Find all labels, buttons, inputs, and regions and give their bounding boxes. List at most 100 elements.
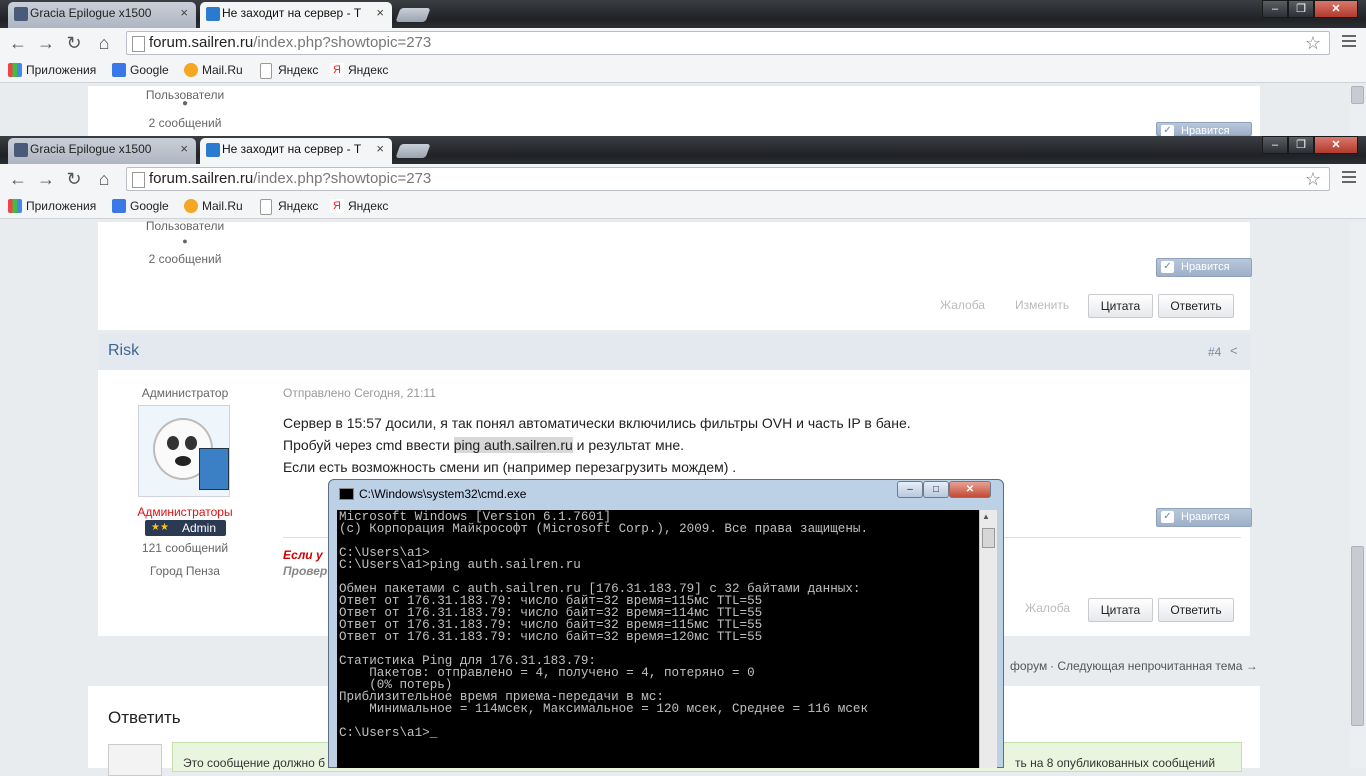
page-icon [260,63,272,79]
tab-strip: Gracia Epilogue x1500 × Не заходит на се… [0,136,1366,164]
like-button[interactable]: ✓ Нравится [1156,508,1252,527]
bookmarks-bar: Приложения Google Mail.Ru Яндекс Я Яндекс [0,58,1366,83]
scroll-up-icon[interactable]: ▲ [982,512,990,521]
reload-icon[interactable]: ↻ [64,169,84,189]
favicon-icon [14,7,28,21]
bookmark-yandex-2[interactable]: Я Яндекс [330,198,388,214]
forum-nav-link[interactable]: форум [1010,659,1047,673]
post-line-1: Сервер в 15:57 досили, я так понял автом… [283,415,911,431]
toolbar: ← → ↻ ⌂ forum.sailren.ru/index.php?showt… [0,28,1366,58]
post-number[interactable]: #4 [1208,345,1221,359]
url-host: forum.sailren.ru [149,34,254,51]
page-strip-back: Пользователи ● 2 сообщений ✓ Нравится [88,86,1260,137]
minimize-button[interactable]: – [1262,0,1288,18]
google-icon [112,63,126,77]
post-content: Сервер в 15:57 досили, я так понял автом… [283,412,911,478]
address-bar[interactable]: forum.sailren.ru/index.php?showtopic=273… [126,31,1330,55]
avatar[interactable] [138,405,230,497]
apps-icon [8,63,22,77]
cmd-maximize-button[interactable]: □ [923,481,949,498]
maximize-button[interactable]: ❐ [1288,136,1314,154]
bookmark-mailru[interactable]: Mail.Ru [184,62,243,78]
maximize-button[interactable]: ❐ [1288,0,1314,18]
bookmark-yandex-1[interactable]: Яндекс [260,198,318,215]
tab-title: Не заходит на сервер - Т [222,142,362,156]
avatar-laptop [199,448,229,490]
reply-avatar [108,744,162,776]
menu-icon[interactable] [1342,171,1356,186]
cmd-console[interactable]: Microsoft Windows [Version 6.1.7601] (c)… [337,510,979,768]
cmd-scrollbar[interactable]: ▲ [979,510,997,768]
back-icon[interactable]: ← [8,33,28,53]
home-icon[interactable]: ⌂ [94,33,114,53]
report-link[interactable]: Жалоба [1025,596,1070,620]
page-icon [260,199,272,215]
next-unread-link[interactable]: · Следующая непрочитанная тема → [1050,659,1258,673]
cmd-minimize-button[interactable]: – [897,481,923,498]
tab-gracia[interactable]: Gracia Epilogue x1500 × [8,138,196,164]
like-button[interactable]: ✓ Нравится [1156,258,1252,277]
close-window-button[interactable]: ✕ [1314,136,1358,154]
cmd-scroll-thumb[interactable] [982,528,995,548]
bookmark-google[interactable]: Google [112,198,169,214]
bookmarks-bar: Приложения Google Mail.Ru Яндекс Я Яндекс [0,194,1366,219]
quote-button[interactable]: Цитата [1088,598,1153,622]
user-post-count: 2 сообщений [148,116,222,130]
home-icon[interactable]: ⌂ [94,169,114,189]
url-host: forum.sailren.ru [149,170,254,187]
browser-window-front: Gracia Epilogue x1500 × Не заходит на се… [0,136,1366,222]
close-tab-icon[interactable]: × [180,2,188,24]
bookmark-mailru[interactable]: Mail.Ru [184,198,243,214]
reply-title: Ответить [108,708,181,727]
post-header: Risk #4 < [98,334,1250,371]
reply-button[interactable]: Ответить [1158,598,1234,622]
bookmark-yandex-1[interactable]: Яндекс [260,62,318,79]
menu-icon[interactable] [1342,35,1356,50]
close-window-button[interactable]: ✕ [1314,0,1358,18]
bookmark-yandex-2[interactable]: Я Яндекс [330,62,388,78]
scrollbar-thumb-back[interactable] [1351,86,1364,104]
tab-forum[interactable]: Не заходит на сервер - Т × [200,138,392,164]
star-icon: ★★ [151,522,169,533]
bookmark-star-icon[interactable]: ☆ [1305,168,1321,190]
like-button[interactable]: ✓ Нравится [1156,122,1252,137]
quote-button[interactable]: Цитата [1088,294,1153,318]
tab-title: Gracia Epilogue x1500 [30,142,152,156]
close-tab-icon[interactable]: × [376,2,384,24]
close-tab-icon[interactable]: × [180,138,188,160]
share-icon[interactable]: < [1230,343,1238,358]
forward-icon[interactable]: → [36,169,56,189]
highlighted-command: ping auth.sailren.ru [453,437,573,453]
back-icon[interactable]: ← [8,169,28,189]
report-link[interactable]: Жалоба [940,293,985,317]
url-path: /index.php?showtopic=273 [253,170,432,187]
tab-forum[interactable]: Не заходит на сервер - Т × [200,2,392,28]
reply-button[interactable]: Ответить [1158,294,1234,318]
scrollbar-thumb[interactable] [1351,546,1364,726]
user-group: Пользователи [145,219,225,233]
cmd-close-button[interactable]: ✕ [949,481,991,498]
address-bar[interactable]: forum.sailren.ru/index.php?showtopic=273… [126,167,1330,191]
bookmark-apps[interactable]: Приложения [8,198,96,214]
yandex-icon: Я [330,63,344,77]
bookmark-apps[interactable]: Приложения [8,62,96,78]
forward-icon[interactable]: → [36,33,56,53]
new-tab-button[interactable] [395,8,431,22]
reload-icon[interactable]: ↻ [64,33,84,53]
post-date: Отправлено Сегодня, 21:11 [283,386,436,400]
tab-gracia[interactable]: Gracia Epilogue x1500 × [8,2,196,28]
close-tab-icon[interactable]: × [376,138,384,160]
favicon-icon [206,7,220,21]
cmd-output: Microsoft Windows [Version 6.1.7601] (c)… [339,510,869,740]
post-line-2: Пробуй через cmd ввести ping auth.sailre… [283,437,685,453]
bookmark-star-icon[interactable]: ☆ [1305,32,1321,54]
bookmark-google[interactable]: Google [112,62,169,78]
new-tab-button[interactable] [395,144,431,158]
post-author[interactable]: Risk [108,342,139,360]
tab-strip: Gracia Epilogue x1500 × Не заходит на се… [0,0,1366,28]
check-icon: ✓ [1161,261,1174,273]
page-icon [132,36,145,52]
edit-link[interactable]: Изменить [1015,293,1069,317]
favicon-icon [14,143,28,157]
minimize-button[interactable]: – [1262,136,1288,154]
